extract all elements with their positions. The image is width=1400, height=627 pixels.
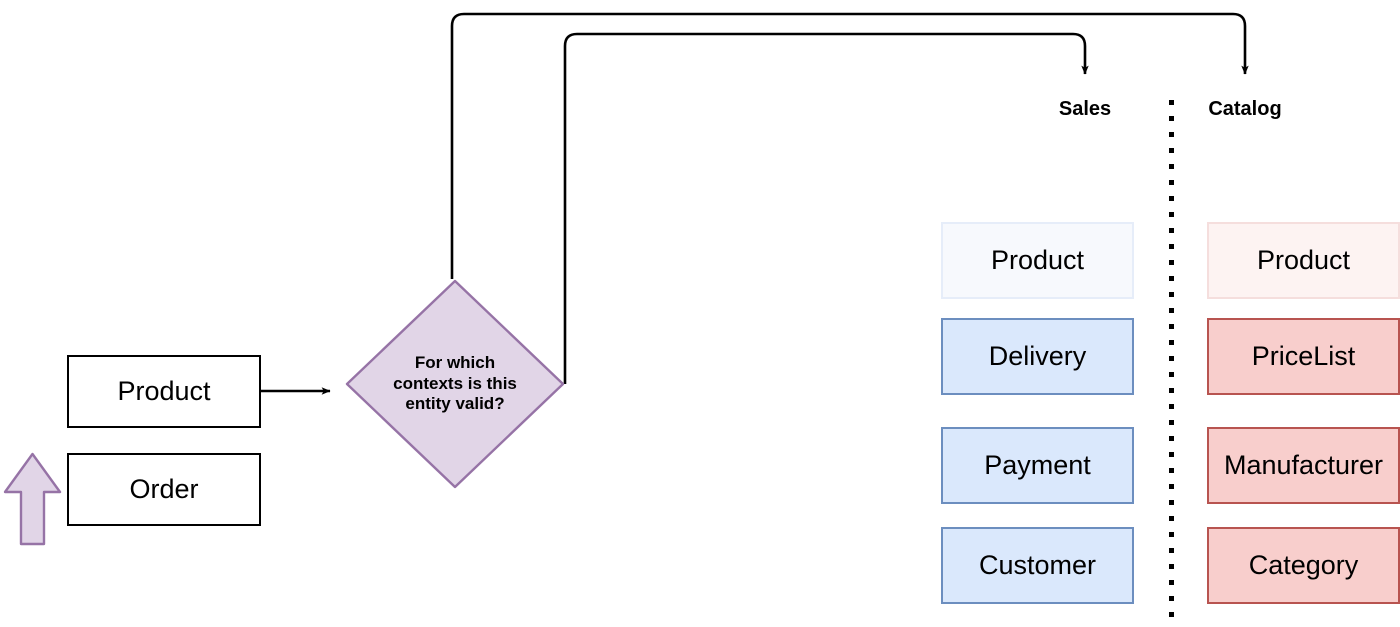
catalog-entity-category-label: Category (1248, 549, 1359, 580)
context-title-catalog: Catalog (1208, 98, 1281, 121)
sales-entity-customer-label: Customer (978, 549, 1097, 580)
source-entity-product-label: Product (117, 375, 211, 406)
catalog-entity-manufacturer[interactable]: Manufacturer (1207, 427, 1400, 504)
decision-diamond[interactable]: For which contexts is this entity valid? (345, 279, 565, 489)
edge-layer (261, 12, 1249, 395)
sales-entity-product[interactable]: Product (941, 222, 1134, 299)
sales-entity-payment[interactable]: Payment (941, 427, 1134, 504)
sales-entity-payment-label: Payment (984, 449, 1091, 480)
catalog-entity-manufacturer-label: Manufacturer (1223, 449, 1384, 480)
catalog-entity-pricelist[interactable]: PriceList (1207, 318, 1400, 395)
upward-arrow-icon (3, 452, 62, 546)
context-title-sales-label: Sales (1058, 98, 1112, 120)
context-boundary-divider (1169, 100, 1174, 627)
catalog-entity-product-label: Product (1256, 244, 1351, 275)
source-entity-order-label: Order (129, 473, 199, 504)
sales-entity-delivery-label: Delivery (988, 340, 1087, 371)
source-entity-order[interactable]: Order (67, 453, 261, 526)
sales-entity-product-label: Product (990, 244, 1085, 275)
diagram-canvas: Product Order For which contexts is this… (0, 0, 1400, 627)
context-title-sales: Sales (1059, 98, 1111, 121)
context-title-catalog-label: Catalog (1208, 98, 1282, 120)
catalog-entity-category[interactable]: Category (1207, 527, 1400, 604)
catalog-entity-product[interactable]: Product (1207, 222, 1400, 299)
sales-entity-customer[interactable]: Customer (941, 527, 1134, 604)
decision-diamond-label: For which contexts is this entity valid? (393, 352, 517, 414)
sales-entity-delivery[interactable]: Delivery (941, 318, 1134, 395)
catalog-entity-pricelist-label: PriceList (1251, 340, 1356, 371)
source-entity-product[interactable]: Product (67, 355, 261, 428)
